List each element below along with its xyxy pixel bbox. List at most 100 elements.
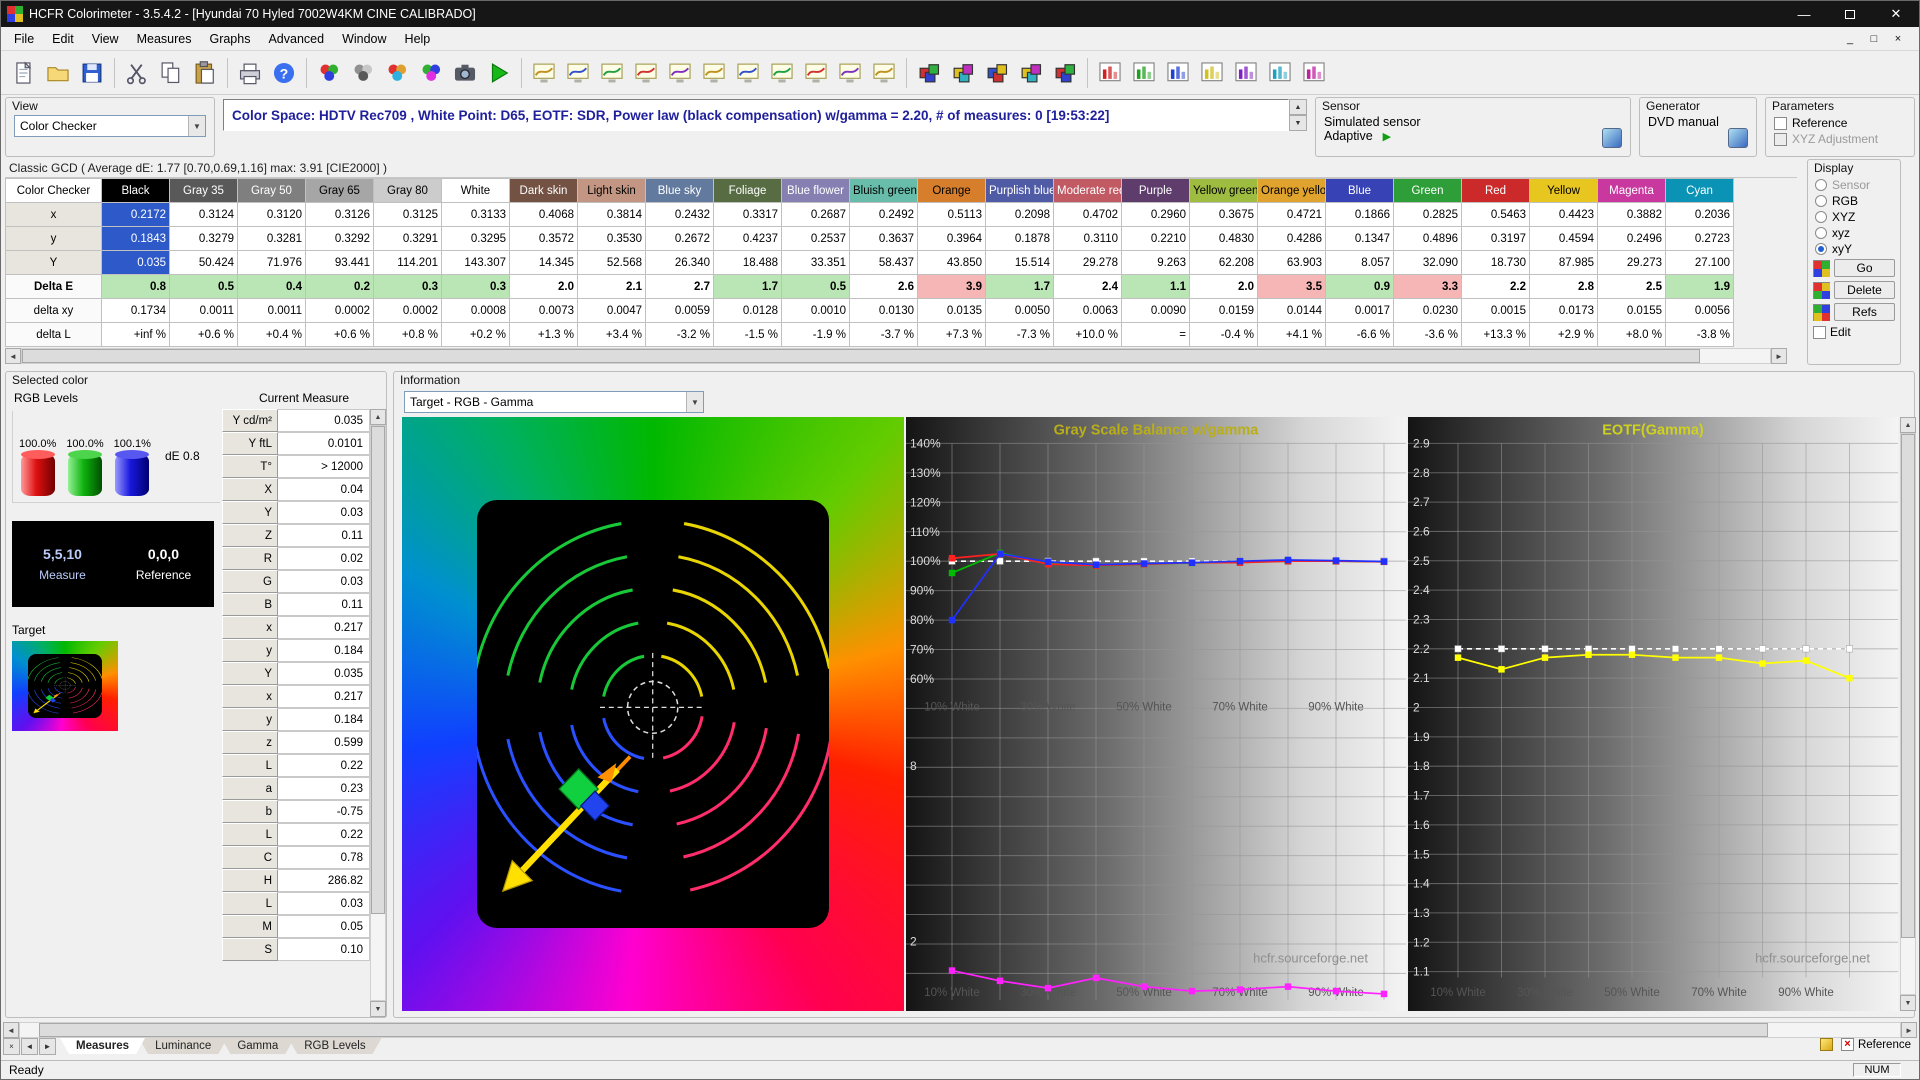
column-header[interactable]: Purplish blue (986, 179, 1054, 203)
sensor-calibrate-icon[interactable] (946, 56, 980, 90)
column-header[interactable]: Gray 65 (306, 179, 374, 203)
chart-purple-icon[interactable] (1229, 56, 1263, 90)
cut-icon[interactable] (120, 56, 154, 90)
column-header[interactable]: Red (1462, 179, 1530, 203)
table-cell[interactable]: 0.0002 (306, 299, 374, 323)
menu-help[interactable]: Help (396, 29, 440, 49)
save-icon[interactable] (75, 56, 109, 90)
radio-icon[interactable] (1815, 195, 1827, 207)
table-cell[interactable]: 0.0144 (1258, 299, 1326, 323)
view-gamma-icon[interactable] (799, 56, 833, 90)
delete-button[interactable]: Delete (1834, 281, 1895, 299)
menu-edit[interactable]: Edit (43, 29, 83, 49)
column-header[interactable]: Purple (1122, 179, 1190, 203)
column-header[interactable]: Blue sky (646, 179, 714, 203)
table-cell[interactable]: 63.903 (1258, 251, 1326, 275)
table-cell[interactable]: 0.3675 (1190, 203, 1258, 227)
table-cell[interactable]: 0.3120 (238, 203, 306, 227)
print-icon[interactable] (233, 56, 267, 90)
table-cell[interactable]: 2.0 (510, 275, 578, 299)
table-cell[interactable]: 18.730 (1462, 251, 1530, 275)
profile-icon[interactable] (1014, 56, 1048, 90)
chart-cyan-icon[interactable] (1263, 56, 1297, 90)
mdi-close-button[interactable]: × (1887, 30, 1909, 48)
table-cell[interactable]: 1.9 (1666, 275, 1734, 299)
table-cell[interactable]: 0.3964 (918, 227, 986, 251)
table-cell[interactable]: 0.4237 (714, 227, 782, 251)
table-cell[interactable]: 0.4702 (1054, 203, 1122, 227)
table-cell[interactable]: 0.0230 (1394, 299, 1462, 323)
table-cell[interactable]: 2.8 (1530, 275, 1598, 299)
table-cell[interactable]: 9.263 (1122, 251, 1190, 275)
column-header[interactable]: Blue (1326, 179, 1394, 203)
table-cell[interactable]: 1.7 (714, 275, 782, 299)
table-cell[interactable]: 1.7 (986, 275, 1054, 299)
table-cell[interactable]: 0.0063 (1054, 299, 1122, 323)
table-cell[interactable]: 52.568 (578, 251, 646, 275)
chart-blue-icon[interactable] (1161, 56, 1195, 90)
table-cell[interactable]: 0.0002 (374, 299, 442, 323)
refs-button[interactable]: Refs (1834, 303, 1895, 321)
chart-yellow-icon[interactable] (1195, 56, 1229, 90)
table-cell[interactable]: 8.057 (1326, 251, 1394, 275)
scroll-right-button[interactable]: ► (1901, 1022, 1917, 1038)
column-header[interactable]: Blue flower (782, 179, 850, 203)
tab-measures[interactable]: Measures (60, 1038, 145, 1054)
column-header[interactable]: White (442, 179, 510, 203)
help-icon[interactable]: ? (267, 56, 301, 90)
table-cell[interactable]: 0.4286 (1258, 227, 1326, 251)
table-cell[interactable]: -0.4 % (1190, 323, 1258, 347)
table-cell[interactable]: -3.8 % (1666, 323, 1734, 347)
sensor-run-icon[interactable]: ▶ (1383, 131, 1391, 143)
chart-red-icon[interactable] (1093, 56, 1127, 90)
table-cell[interactable]: +2.9 % (1530, 323, 1598, 347)
table-cell[interactable]: 0.3291 (374, 227, 442, 251)
column-header[interactable]: Gray 80 (374, 179, 442, 203)
table-cell[interactable]: 0.4423 (1530, 203, 1598, 227)
column-header[interactable]: Moderate red (1054, 179, 1122, 203)
table-cell[interactable]: 26.340 (646, 251, 714, 275)
radio-icon[interactable] (1815, 179, 1827, 191)
table-cell[interactable]: 93.441 (306, 251, 374, 275)
reference-toggle-checkbox[interactable]: × (1841, 1038, 1854, 1051)
table-cell[interactable]: 2.7 (646, 275, 714, 299)
scroll-up-button[interactable]: ▲ (1900, 417, 1916, 433)
mdi-restore-button[interactable]: □ (1863, 30, 1885, 48)
app-horizontal-scrollbar[interactable]: ◄ ► (3, 1022, 1917, 1038)
table-cell[interactable]: 3.3 (1394, 275, 1462, 299)
table-cell[interactable]: 0.3317 (714, 203, 782, 227)
tab-close-button[interactable]: × (3, 1038, 20, 1055)
column-header[interactable]: Cyan (1666, 179, 1734, 203)
tab-next-button[interactable]: ► (39, 1038, 56, 1055)
copy-icon[interactable] (154, 56, 188, 90)
scroll-down-button[interactable]: ▼ (370, 1001, 386, 1017)
table-cell[interactable]: 0.0047 (578, 299, 646, 323)
table-horizontal-scrollbar[interactable]: ◄ ► (5, 348, 1787, 364)
scroll-up-button[interactable]: ▲ (370, 409, 386, 425)
new-file-icon[interactable] (7, 56, 41, 90)
table-cell[interactable]: 0.3197 (1462, 227, 1530, 251)
table-cell[interactable]: 14.345 (510, 251, 578, 275)
table-cell[interactable]: 1.1 (1122, 275, 1190, 299)
table-cell[interactable]: 114.201 (374, 251, 442, 275)
table-cell[interactable]: 33.351 (782, 251, 850, 275)
table-cell[interactable]: +13.3 % (1462, 323, 1530, 347)
table-cell[interactable]: 0.1878 (986, 227, 1054, 251)
table-cell[interactable]: 0.4 (238, 275, 306, 299)
table-cell[interactable]: 0.5113 (918, 203, 986, 227)
table-cell[interactable]: 0.2 (306, 275, 374, 299)
table-cell[interactable]: 62.208 (1190, 251, 1258, 275)
information-scrollbar[interactable]: ▲ ▼ (1900, 417, 1916, 1011)
table-cell[interactable]: 0.0173 (1530, 299, 1598, 323)
table-cell[interactable]: 2.6 (850, 275, 918, 299)
view-nearwhite-icon[interactable] (595, 56, 629, 90)
table-cell[interactable]: 0.2496 (1598, 227, 1666, 251)
table-cell[interactable]: 29.278 (1054, 251, 1122, 275)
table-cell[interactable]: 0.0008 (442, 299, 510, 323)
sensor-config-icon[interactable] (912, 56, 946, 90)
generator-config-icon[interactable] (1728, 128, 1748, 148)
table-cell[interactable]: 0.3279 (170, 227, 238, 251)
settings-icon[interactable] (1048, 56, 1082, 90)
table-cell[interactable]: 0.3124 (170, 203, 238, 227)
open-file-icon[interactable] (41, 56, 75, 90)
